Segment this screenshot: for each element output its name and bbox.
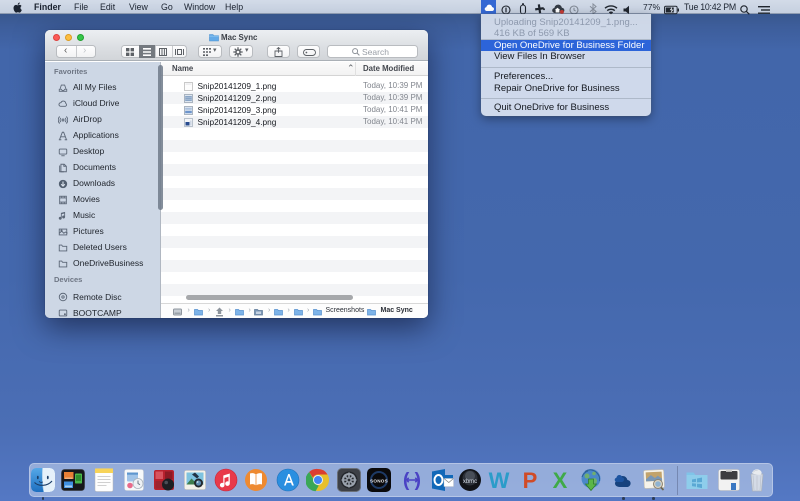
svg-text:W: W <box>488 468 509 492</box>
svg-text:X: X <box>553 468 568 492</box>
svg-text:P: P <box>523 468 538 492</box>
svg-text:SONOS: SONOS <box>370 479 388 484</box>
svg-text:xbmc: xbmc <box>463 479 477 485</box>
